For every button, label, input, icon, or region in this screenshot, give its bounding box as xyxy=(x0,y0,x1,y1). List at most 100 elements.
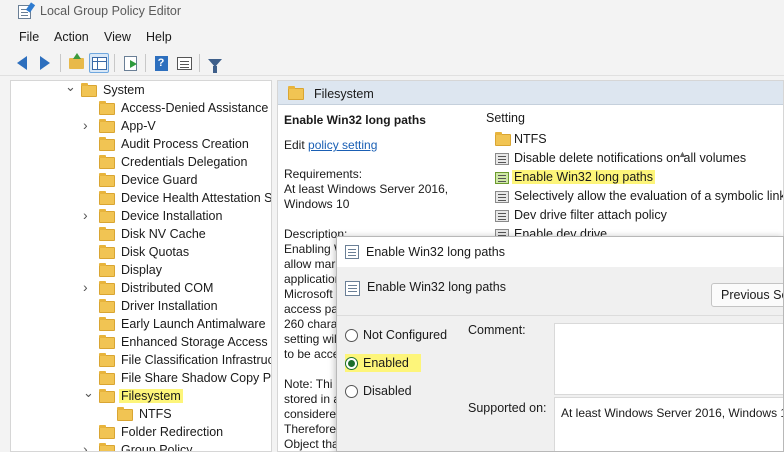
policy-icon xyxy=(495,210,509,222)
setting-label: NTFS xyxy=(514,132,547,146)
menu-action[interactable]: Action xyxy=(54,30,89,44)
tree-item[interactable]: Device Guard xyxy=(11,172,261,190)
console-tree-icon xyxy=(91,56,107,70)
expand-chevron-icon xyxy=(83,193,93,205)
toolbar: ? xyxy=(0,50,784,76)
setting-label: Enable Win32 long paths xyxy=(512,170,655,184)
tree-item[interactable]: Enhanced Storage Access xyxy=(11,334,268,352)
tree-item[interactable]: Device Health Attestation S xyxy=(11,190,271,208)
back-button[interactable] xyxy=(12,53,32,73)
expand-chevron-icon xyxy=(83,265,93,277)
tree-item[interactable]: File Share Shadow Copy Pr xyxy=(11,370,271,388)
policy-icon xyxy=(495,191,509,203)
expand-chevron-icon[interactable]: › xyxy=(83,118,93,132)
expand-chevron-icon[interactable]: › xyxy=(83,442,93,451)
tree-item-label: Device Installation xyxy=(121,209,223,223)
folder-icon xyxy=(99,155,115,169)
folder-icon xyxy=(99,371,115,385)
extended-description: Enable Win32 long paths Edit policy sett… xyxy=(284,113,474,451)
tree-item[interactable]: › Group Policy xyxy=(11,442,261,452)
expand-chevron-icon[interactable]: › xyxy=(83,280,93,294)
setting-column-header[interactable]: Setting xyxy=(486,111,525,125)
tree-item-label: Distributed COM xyxy=(121,281,214,295)
folder-icon xyxy=(99,335,115,349)
toolbar-separator xyxy=(199,54,200,72)
help-button[interactable]: ? xyxy=(151,53,171,73)
setting-label: Dev drive filter attach policy xyxy=(514,208,667,222)
tree-item-label: File Classification Infrastruc xyxy=(121,353,272,367)
enabled-option[interactable]: Enabled xyxy=(345,354,421,372)
tree-item[interactable]: Audit Process Creation xyxy=(11,136,261,154)
folder-icon xyxy=(99,281,115,295)
tree-item-label: File Share Shadow Copy Pr xyxy=(121,371,272,385)
collapse-chevron-icon[interactable]: ⌄ xyxy=(65,81,76,93)
folder-icon xyxy=(99,209,115,223)
expand-chevron-icon xyxy=(83,427,93,439)
tree-item[interactable]: Credentials Delegation xyxy=(11,154,261,172)
export-list-button[interactable] xyxy=(120,53,140,73)
collapse-chevron-icon[interactable]: ⌄ xyxy=(83,386,94,399)
forward-button[interactable] xyxy=(35,53,55,73)
setting-label: Selectively allow the evaluation of a sy… xyxy=(514,189,784,203)
folder-icon xyxy=(99,299,115,313)
policy-icon xyxy=(495,172,509,184)
folder-icon xyxy=(99,101,115,115)
dialog-separator xyxy=(337,315,783,316)
edit-line: Edit policy setting xyxy=(284,138,377,152)
tree-item[interactable]: › App-V xyxy=(11,118,261,136)
tree-item[interactable]: Display xyxy=(11,262,261,280)
tree-item[interactable]: NTFS xyxy=(11,406,261,424)
menu-help[interactable]: Help xyxy=(146,30,172,44)
tree-item[interactable]: Driver Installation xyxy=(11,298,261,316)
window-title: Local Group Policy Editor xyxy=(40,4,182,18)
folder-icon xyxy=(99,389,115,403)
disabled-label: Disabled xyxy=(363,384,412,398)
tree-item[interactable]: File Classification Infrastruc xyxy=(11,352,271,370)
properties-button[interactable] xyxy=(174,53,194,73)
title-bar: Local Group Policy Editor xyxy=(0,0,784,24)
tree-item-label: App-V xyxy=(121,119,156,133)
tree-item[interactable]: ⌄ Filesystem xyxy=(11,386,261,406)
tree-item-label: Disk NV Cache xyxy=(121,227,206,241)
tree-item[interactable]: Disk NV Cache xyxy=(11,226,261,244)
radio-enabled[interactable] xyxy=(345,357,358,370)
tree-item[interactable]: Disk Quotas xyxy=(11,244,261,262)
expand-chevron-icon xyxy=(83,103,93,115)
expand-chevron-icon xyxy=(83,373,93,385)
tree-item-label: Access-Denied Assistance xyxy=(121,101,269,115)
expand-chevron-icon xyxy=(83,337,93,349)
not-configured-label: Not Configured xyxy=(363,328,448,342)
gpedit-app-icon xyxy=(18,5,31,19)
console-tree[interactable]: ⌄ System Access-Denied Assistance › App-V Aud… xyxy=(10,80,272,452)
tree-item-label: Folder Redirection xyxy=(121,425,224,439)
requirements-text: Requirements: At least Windows Server 20… xyxy=(284,167,449,211)
menu-file[interactable]: File xyxy=(19,30,39,44)
tree-item-label: Early Launch Antimalware xyxy=(121,317,266,331)
tree-scrollbar[interactable] xyxy=(271,233,272,343)
properties-icon xyxy=(176,56,192,70)
tree-item[interactable]: ⌄ System xyxy=(11,81,261,100)
previous-setting-button[interactable]: Previous Setting xyxy=(711,283,783,307)
tree-item[interactable]: › Device Installation xyxy=(11,208,261,226)
tree-item[interactable]: Early Launch Antimalware xyxy=(11,316,266,334)
show-hide-tree-button[interactable] xyxy=(89,53,109,73)
tree-item[interactable]: Folder Redirection xyxy=(11,424,261,442)
comment-textarea[interactable] xyxy=(554,323,783,395)
radio-disabled[interactable] xyxy=(345,385,358,398)
tree-item[interactable]: › Distributed COM xyxy=(11,280,261,298)
tree-item-label: Display xyxy=(121,263,162,277)
edit-policy-link[interactable]: policy setting xyxy=(308,138,377,152)
filter-button[interactable] xyxy=(205,53,225,73)
supported-on-box: At least Windows Server 2016, Windows 10 xyxy=(554,397,783,451)
expand-chevron-icon[interactable]: › xyxy=(83,208,93,222)
folder-icon xyxy=(99,173,115,187)
tree-item[interactable]: Access-Denied Assistance xyxy=(11,100,268,118)
radio-not-configured[interactable] xyxy=(345,329,358,342)
up-one-level-button[interactable] xyxy=(66,52,86,73)
menu-view[interactable]: View xyxy=(104,30,131,44)
expand-chevron-icon xyxy=(83,157,93,169)
policy-icon xyxy=(345,281,360,296)
folder-icon xyxy=(99,119,115,133)
tree-item-label: Group Policy xyxy=(121,443,193,452)
setting-label: Disable delete notifications on all volu… xyxy=(514,151,747,165)
